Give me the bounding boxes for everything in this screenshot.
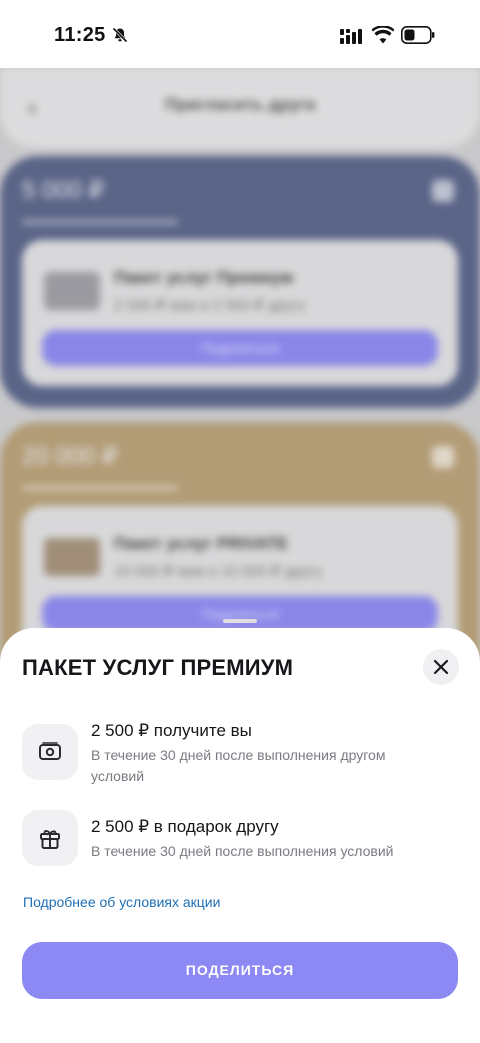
terms-link[interactable]: Подробнее об условиях акции [23, 894, 220, 910]
card-icon [44, 538, 100, 576]
bg-card-amount: 5 000 ₽ [22, 177, 104, 204]
bg-share-button: Поделиться [42, 596, 438, 632]
cash-icon [39, 742, 61, 760]
bg-card-subtitle: ▬▬▬▬▬▬▬▬▬▬▬▬ [22, 212, 178, 227]
wifi-icon [372, 26, 394, 44]
info-icon [432, 180, 454, 202]
status-bar: 11:25 [0, 0, 480, 68]
close-button[interactable] [423, 649, 459, 685]
bg-card-inner: Пакет услуг Премиум 2 500 ₽ вам и 2 500 … [22, 240, 458, 386]
bg-card-package: Пакет услуг Премиум [114, 268, 294, 287]
benefit-description: В течение 30 дней после выполнения услов… [91, 843, 394, 859]
bg-card-bonus: 2 500 ₽ вам и 2 500 ₽ другу [114, 297, 306, 314]
gift-icon-container [22, 810, 78, 866]
bg-card-amount: 20 000 ₽ [22, 443, 118, 470]
bg-card-premium: 5 000 ₽ ▬▬▬▬▬▬▬▬▬▬▬▬ Пакет услуг Премиум… [0, 156, 480, 408]
card-icon [44, 272, 100, 310]
benefit-title: 2 500 ₽ получите вы [91, 721, 252, 740]
share-button[interactable]: ПОДЕЛИТЬСЯ [22, 942, 458, 999]
gift-icon [40, 830, 60, 849]
bg-share-button: Поделиться [42, 330, 438, 366]
info-icon [432, 446, 454, 468]
close-icon [433, 659, 449, 675]
cellular-signal-icon [340, 29, 362, 44]
sheet-drag-handle[interactable] [223, 619, 257, 623]
sheet-title: ПАКЕТ УСЛУГ ПРЕМИУМ [22, 655, 294, 680]
bottom-sheet: ПАКЕТ УСЛУГ ПРЕМИУМ 2 500 ₽ получите вы … [0, 619, 480, 1043]
benefit-title: 2 500 ₽ в подарок другу [91, 817, 279, 836]
bell-muted-icon [112, 27, 128, 43]
bg-page-title: Пригласить друга [164, 95, 316, 114]
bg-card-subtitle: ▬▬▬▬▬▬▬▬▬▬▬▬ [22, 478, 178, 493]
battery-icon [401, 26, 435, 44]
cash-icon-container [22, 724, 78, 780]
bg-header: ‹ Пригласить друга [0, 68, 480, 148]
bg-card-bonus: 10 000 ₽ вам и 10 000 ₽ другу [114, 563, 323, 580]
status-time: 11:25 [54, 24, 106, 46]
bg-card-package: Пакет услуг PRIVATE [114, 534, 288, 553]
benefit-description: В течение 30 дней после выполнения друго… [91, 747, 386, 784]
